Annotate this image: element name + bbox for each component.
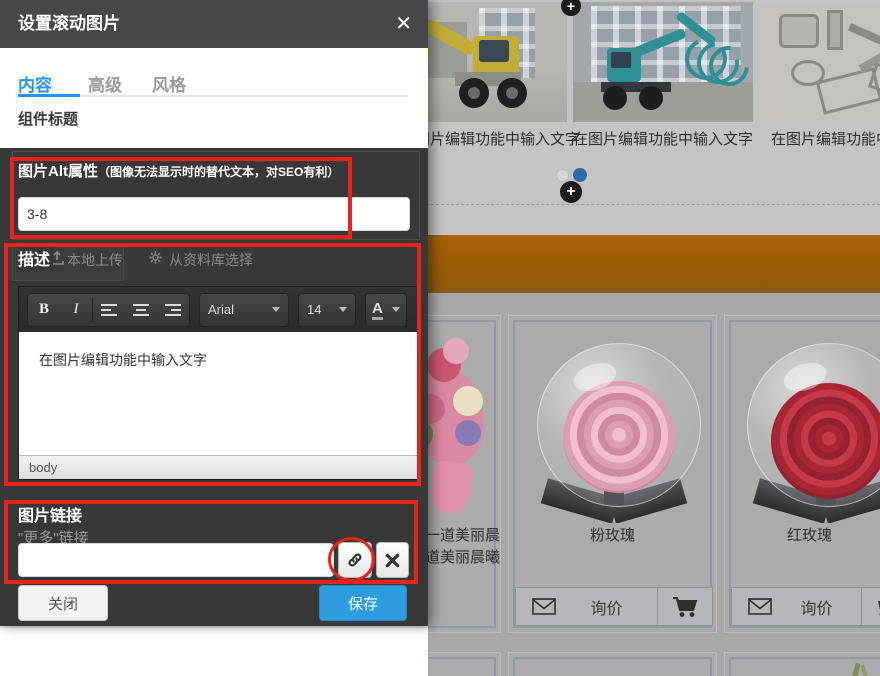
alt-label-text: 图片Alt属性 — [18, 163, 98, 180]
dialog-title: 设置滚动图片 — [18, 0, 120, 48]
slide-image-yellow-excavator[interactable] — [415, 2, 567, 122]
library-tab-label[interactable]: 从资料库选择 — [169, 250, 253, 270]
font-size-value: 14 — [307, 302, 321, 317]
dialog-header: 设置滚动图片 ✕ — [0, 0, 428, 48]
editor-text: 在图片编辑功能中输入文字 — [39, 352, 207, 368]
bar-divider — [861, 588, 862, 625]
product-card-row2-2[interactable] — [508, 652, 717, 676]
bold-button[interactable]: B — [28, 294, 60, 326]
close-button[interactable]: 关闭 — [18, 585, 108, 621]
chevron-down-icon — [392, 307, 400, 312]
product-image-pink-rose — [515, 322, 710, 523]
mail-icon[interactable] — [748, 598, 772, 615]
tab-active-underline — [18, 94, 80, 97]
alt-hint-text: （图像无法显示时的替代文本，对SEO有利） — [98, 165, 339, 179]
product-name: 红玫瑰 — [725, 525, 880, 547]
align-center-button[interactable] — [125, 294, 157, 326]
save-button[interactable]: 保存 — [319, 585, 407, 621]
editor-toolbar: B I Arial 14 A — [19, 287, 419, 332]
pink-rose — [563, 381, 675, 493]
red-rose — [771, 383, 880, 499]
product-image-red-rose — [731, 322, 880, 523]
mail-icon[interactable] — [532, 598, 556, 615]
editor-status-bar: body — [19, 455, 419, 479]
screen: 在图片编辑功能中输入文字 在图片编辑功能中输入文字 在 — [0, 0, 880, 676]
dialog-tabs-area: 内容 高级 风格 组件标题 — [0, 48, 428, 148]
format-button-group: B I — [27, 293, 190, 327]
editor-content[interactable]: 在图片编辑功能中输入文字 — [19, 332, 419, 456]
product-card-row2-3[interactable] — [724, 652, 880, 676]
close-x-icon — [385, 553, 400, 568]
product-card-pink-rose[interactable]: 粉玫瑰 询价 — [508, 315, 717, 633]
clear-link-button[interactable] — [376, 542, 409, 578]
slide-image-sketch-parts[interactable] — [761, 4, 880, 120]
image-link-input[interactable] — [18, 543, 334, 577]
bar-divider — [657, 588, 658, 625]
product-card-red-rose[interactable]: 红玫瑰 询价 — [724, 315, 880, 633]
page-white-area — [0, 626, 428, 676]
product-name-line2: 道美丽晨曦 — [425, 547, 500, 569]
pagination-dot-active[interactable] — [573, 168, 587, 182]
cart-icon[interactable] — [672, 596, 698, 618]
product-name: 粉玫瑰 — [509, 525, 716, 547]
product-name-line1: 一道美丽晨 — [425, 525, 500, 547]
component-title-label: 组件标题 — [18, 108, 78, 129]
align-right-button[interactable] — [157, 294, 189, 326]
chevron-down-icon — [339, 307, 347, 312]
slide-caption-2[interactable]: 在图片编辑功能中输入文字 — [573, 128, 753, 150]
slide-caption-3[interactable]: 在图片编辑功能中输入文字 — [766, 128, 880, 150]
pagination-dot-inactive[interactable] — [556, 169, 569, 182]
insert-link-button[interactable] — [338, 542, 372, 578]
font-family-dropdown[interactable]: Arial — [199, 293, 289, 327]
description-label: 描述 — [18, 246, 53, 270]
tab-advanced[interactable]: 高级 — [88, 71, 122, 96]
inquiry-bar: 询价 — [515, 587, 713, 626]
cart-icon[interactable] — [872, 596, 880, 618]
add-component-button-mid[interactable]: + — [560, 181, 582, 203]
image-link-label: 图片链接 — [18, 502, 82, 526]
inquiry-button[interactable]: 询价 — [772, 595, 861, 619]
gear-icon — [148, 250, 163, 265]
tab-content[interactable]: 内容 — [18, 71, 52, 96]
alt-attribute-input[interactable] — [18, 197, 410, 231]
slide-image-teal-excavator[interactable] — [573, 2, 753, 122]
settings-dialog: 设置滚动图片 ✕ 内容 高级 风格 组件标题 图片Alt属性（图像无法显示时的替… — [0, 0, 428, 626]
font-size-dropdown[interactable]: 14 — [298, 293, 356, 327]
close-icon[interactable]: ✕ — [395, 11, 412, 36]
align-left-button[interactable] — [93, 294, 125, 326]
card-inner-border — [513, 657, 712, 676]
inquiry-bar: 询价 — [731, 587, 880, 626]
rich-text-editor: B I Arial 14 A 在图片编辑功能中输入文字 — [18, 286, 420, 480]
alt-attribute-label: 图片Alt属性（图像无法显示时的替代文本，对SEO有利） — [18, 160, 339, 181]
italic-button[interactable]: I — [60, 294, 92, 326]
font-family-value: Arial — [208, 302, 234, 317]
inquiry-button[interactable]: 询价 — [556, 595, 657, 619]
font-color-button[interactable]: A — [365, 293, 407, 327]
upload-tab-label[interactable]: 本地上传 — [67, 250, 123, 270]
chevron-down-icon — [272, 307, 280, 312]
font-color-letter: A — [372, 300, 383, 320]
link-icon — [345, 550, 365, 570]
tab-style[interactable]: 风格 — [152, 71, 186, 96]
